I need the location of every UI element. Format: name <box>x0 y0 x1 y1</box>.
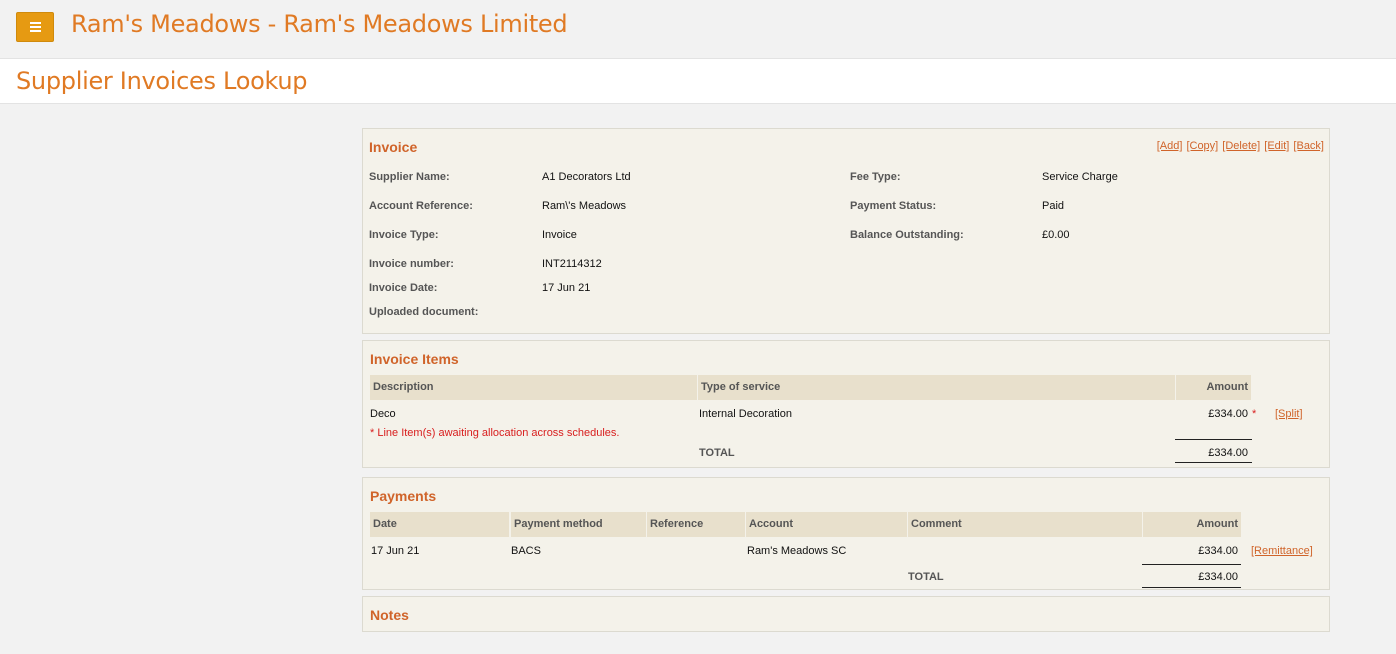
invoice-heading: Invoice <box>369 139 418 155</box>
invoice-type-value: Invoice <box>542 229 577 241</box>
column-header-method: Payment method <box>511 512 646 537</box>
supplier-name-label: Supplier Name: <box>369 171 450 183</box>
account-reference-label: Account Reference: <box>369 200 473 212</box>
notes-heading: Notes <box>370 607 409 623</box>
total-divider <box>1175 439 1252 440</box>
page-header: Supplier Invoices Lookup <box>0 58 1396 104</box>
invoice-items-heading: Invoice Items <box>370 351 459 367</box>
payment-account: Ram's Meadows SC <box>747 545 847 557</box>
edit-link[interactable]: [Edit] <box>1264 140 1289 152</box>
account-reference-value: Ram\'s Meadows <box>542 200 627 212</box>
invoice-date-value: 17 Jun 21 <box>542 282 591 294</box>
item-flag: * <box>1252 408 1257 420</box>
payments-panel: Payments Date Payment method Reference A… <box>362 477 1330 590</box>
back-link[interactable]: [Back] <box>1293 140 1324 152</box>
copy-link[interactable]: [Copy] <box>1186 140 1218 152</box>
items-total-value: £334.00 <box>1208 447 1248 459</box>
notes-panel: Notes <box>362 596 1330 632</box>
page-title: Supplier Invoices Lookup <box>16 67 308 95</box>
payments-total-value: £334.00 <box>1198 571 1238 583</box>
supplier-name-value: A1 Decorators Ltd <box>542 171 631 183</box>
allocation-warning: * Line Item(s) awaiting allocation acros… <box>370 427 620 439</box>
balance-outstanding-value: £0.00 <box>1042 229 1070 241</box>
add-link[interactable]: [Add] <box>1157 140 1183 152</box>
column-header-reference: Reference <box>647 512 745 537</box>
payment-status-value: Paid <box>1042 200 1065 212</box>
column-header-amount: Amount <box>1176 375 1251 400</box>
invoice-number-label: Invoice number: <box>369 258 454 270</box>
column-header-date: Date <box>370 512 509 537</box>
total-divider <box>1142 564 1241 565</box>
remittance-link[interactable]: [Remittance] <box>1251 545 1313 557</box>
invoice-panel: Invoice [Add] [Copy] [Delete] [Edit] [Ba… <box>362 128 1330 334</box>
column-header-description: Description <box>370 375 697 400</box>
invoice-type-label: Invoice Type: <box>369 229 439 241</box>
total-underline <box>1175 462 1252 463</box>
invoice-number-value: INT2114312 <box>542 258 602 270</box>
menu-button[interactable] <box>16 12 54 42</box>
delete-link[interactable]: [Delete] <box>1222 140 1260 152</box>
fee-type-value: Service Charge <box>1042 171 1118 183</box>
split-link[interactable]: [Split] <box>1275 408 1303 420</box>
payment-date: 17 Jun 21 <box>371 545 420 557</box>
menu-icon-bar <box>30 30 41 32</box>
item-type: Internal Decoration <box>699 408 792 420</box>
payment-status-label: Payment Status: <box>850 200 937 212</box>
balance-outstanding-label: Balance Outstanding: <box>850 229 964 241</box>
payment-method: BACS <box>511 545 541 557</box>
menu-icon <box>30 22 41 24</box>
fee-type-label: Fee Type: <box>850 171 901 183</box>
invoice-items-panel: Invoice Items Description Type of servic… <box>362 340 1330 468</box>
uploaded-document-label: Uploaded document: <box>369 306 479 318</box>
column-header-amount: Amount <box>1143 512 1241 537</box>
invoice-date-label: Invoice Date: <box>369 282 438 294</box>
payment-amount: £334.00 <box>1198 545 1238 557</box>
invoice-actions: [Add] [Copy] [Delete] [Edit] [Back] <box>1156 140 1324 152</box>
column-header-type: Type of service <box>698 375 1175 400</box>
menu-icon-bar <box>30 26 41 28</box>
total-underline <box>1142 587 1241 588</box>
items-total-label: TOTAL <box>699 447 735 459</box>
column-header-account: Account <box>746 512 907 537</box>
item-description: Deco <box>370 408 396 420</box>
payments-heading: Payments <box>370 488 437 504</box>
top-bar: Ram's Meadows - Ram's Meadows Limited <box>0 0 1396 58</box>
app-title: Ram's Meadows - Ram's Meadows Limited <box>71 10 568 38</box>
column-header-comment: Comment <box>908 512 1142 537</box>
payments-total-label: TOTAL <box>908 571 944 583</box>
item-amount: £334.00 <box>1208 408 1248 420</box>
